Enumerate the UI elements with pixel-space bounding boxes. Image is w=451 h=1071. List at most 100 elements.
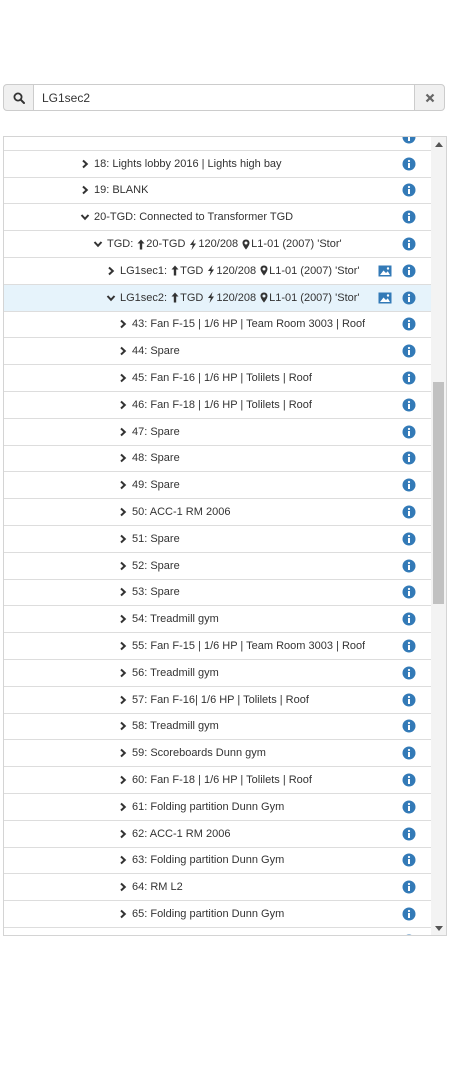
info-icon[interactable] [402,264,416,278]
info-icon[interactable] [402,827,416,841]
tree-row[interactable] [4,137,432,151]
tree-row[interactable]: 61: Folding partition Dunn Gym [4,794,432,821]
chevron-right-icon[interactable] [117,452,129,464]
scroll-down-arrow[interactable] [431,921,446,935]
info-icon[interactable] [402,291,416,305]
tree-row[interactable]: 58: Treadmill gym [4,714,432,741]
tree-row[interactable]: 64: RM L2 [4,874,432,902]
tree-row[interactable]: 62: ACC-1 RM 2006 [4,821,432,848]
info-icon[interactable] [402,880,416,894]
info-icon[interactable] [402,800,416,814]
tree-row[interactable]: 48: Spare [4,446,432,473]
info-icon[interactable] [402,585,416,599]
tree-row[interactable]: 53: Spare [4,580,432,607]
info-icon[interactable] [402,853,416,867]
tree-row[interactable]: 55: Fan F-15 | 1/6 HP | Team Room 3003 |… [4,633,432,660]
tree-row[interactable]: LG1sec1: TGD 120/208 L1-01 (2007) 'Stor' [4,258,432,285]
info-icon[interactable] [402,371,416,385]
tree-row[interactable]: 54: Treadmill gym [4,606,432,634]
chevron-right-icon[interactable] [117,586,129,598]
chevron-right-icon[interactable] [117,694,129,706]
chevron-right-icon[interactable] [117,560,129,572]
tree-row[interactable]: 52: Spare [4,553,432,580]
chevron-down-icon[interactable] [92,238,104,250]
chevron-right-icon[interactable] [117,720,129,732]
info-icon[interactable] [402,693,416,707]
tree-row[interactable]: 44: Spare [4,338,432,366]
tree-row[interactable]: 57: Fan F-16| 1/6 HP | Tolilets | Roof [4,687,432,714]
clear-search-button[interactable] [414,84,445,111]
info-icon[interactable] [402,451,416,465]
search-button[interactable] [3,84,34,111]
info-icon[interactable] [402,666,416,680]
tree-row[interactable]: 56: Treadmill gym [4,660,432,687]
info-icon[interactable] [402,425,416,439]
info-icon[interactable] [402,478,416,492]
scrollbar-thumb[interactable] [433,382,444,604]
info-icon[interactable] [402,505,416,519]
info-icon[interactable] [402,559,416,573]
chevron-right-icon[interactable] [117,801,129,813]
info-icon[interactable] [402,317,416,331]
tree-row-selected[interactable]: LG1sec2: TGD 120/208 L1-01 (2007) 'Stor' [4,284,432,312]
info-icon[interactable] [402,532,416,546]
chevron-right-icon[interactable] [117,479,129,491]
info-icon[interactable] [402,612,416,626]
info-icon[interactable] [402,137,416,144]
chevron-right-icon[interactable] [117,426,129,438]
chevron-right-icon[interactable] [117,908,129,920]
chevron-right-icon[interactable] [79,184,91,196]
tree-row[interactable]: 18: Lights lobby 2016 | Lights high bay [4,151,432,178]
chevron-right-icon[interactable] [79,158,91,170]
chevron-right-icon[interactable] [117,774,129,786]
chevron-right-icon[interactable] [117,345,129,357]
search-input[interactable] [34,84,414,111]
info-icon[interactable] [402,237,416,251]
chevron-right-icon[interactable] [117,318,129,330]
tree-row[interactable]: 45: Fan F-16 | 1/6 HP | Tolilets | Roof [4,365,432,392]
tree-row[interactable]: 50: ACC-1 RM 2006 [4,499,432,526]
info-icon[interactable] [402,398,416,412]
tree-row[interactable]: 19: BLANK [4,178,432,205]
chevron-right-icon[interactable] [117,613,129,625]
tree-row[interactable]: 47: Spare [4,419,432,446]
tree-row[interactable]: 59: Scoreboards Dunn gym [4,740,432,768]
tree-row[interactable]: 49: Spare [4,472,432,500]
chevron-right-icon[interactable] [105,265,117,277]
tree-row[interactable]: 20-TGD: Connected to Transformer TGD [4,204,432,232]
tree-row[interactable]: 46: Fan F-18 | 1/6 HP | Tolilets | Roof [4,392,432,419]
chevron-right-icon[interactable] [117,640,129,652]
info-icon[interactable] [402,907,416,921]
chevron-right-icon[interactable] [117,533,129,545]
chevron-right-icon[interactable] [117,506,129,518]
chevron-right-icon[interactable] [117,747,129,759]
image-icon[interactable] [378,264,392,278]
tree-row[interactable]: 60: Fan F-18 | 1/6 HP | Tolilets | Roof [4,767,432,794]
info-icon[interactable] [402,934,416,935]
tree-row[interactable]: 51: Spare [4,526,432,553]
image-icon[interactable] [378,291,392,305]
info-icon[interactable] [402,344,416,358]
info-icon[interactable] [402,746,416,760]
tree-row[interactable]: 65: Folding partition Dunn Gym [4,901,432,928]
info-icon[interactable] [402,210,416,224]
info-icon[interactable] [402,157,416,171]
chevron-down-icon[interactable] [105,292,117,304]
chevron-right-icon[interactable] [117,399,129,411]
scroll-up-arrow[interactable] [431,137,446,151]
vertical-scrollbar[interactable] [431,137,446,935]
tree-row[interactable]: TGD: 20-TGD 120/208 L1-01 (2007) 'Stor' [4,231,432,258]
tree-row[interactable]: 66: Blackboard [4,928,432,935]
info-icon[interactable] [402,639,416,653]
info-icon[interactable] [402,773,416,787]
chevron-right-icon[interactable] [117,881,129,893]
chevron-right-icon[interactable] [117,667,129,679]
info-icon[interactable] [402,719,416,733]
chevron-right-icon[interactable] [117,372,129,384]
tree-row[interactable]: 43: Fan F-15 | 1/6 HP | Team Room 3003 |… [4,312,432,339]
chevron-right-icon[interactable] [117,854,129,866]
chevron-down-icon[interactable] [79,211,91,223]
info-icon[interactable] [402,183,416,197]
chevron-right-icon[interactable] [117,828,129,840]
tree-row[interactable]: 63: Folding partition Dunn Gym [4,848,432,875]
